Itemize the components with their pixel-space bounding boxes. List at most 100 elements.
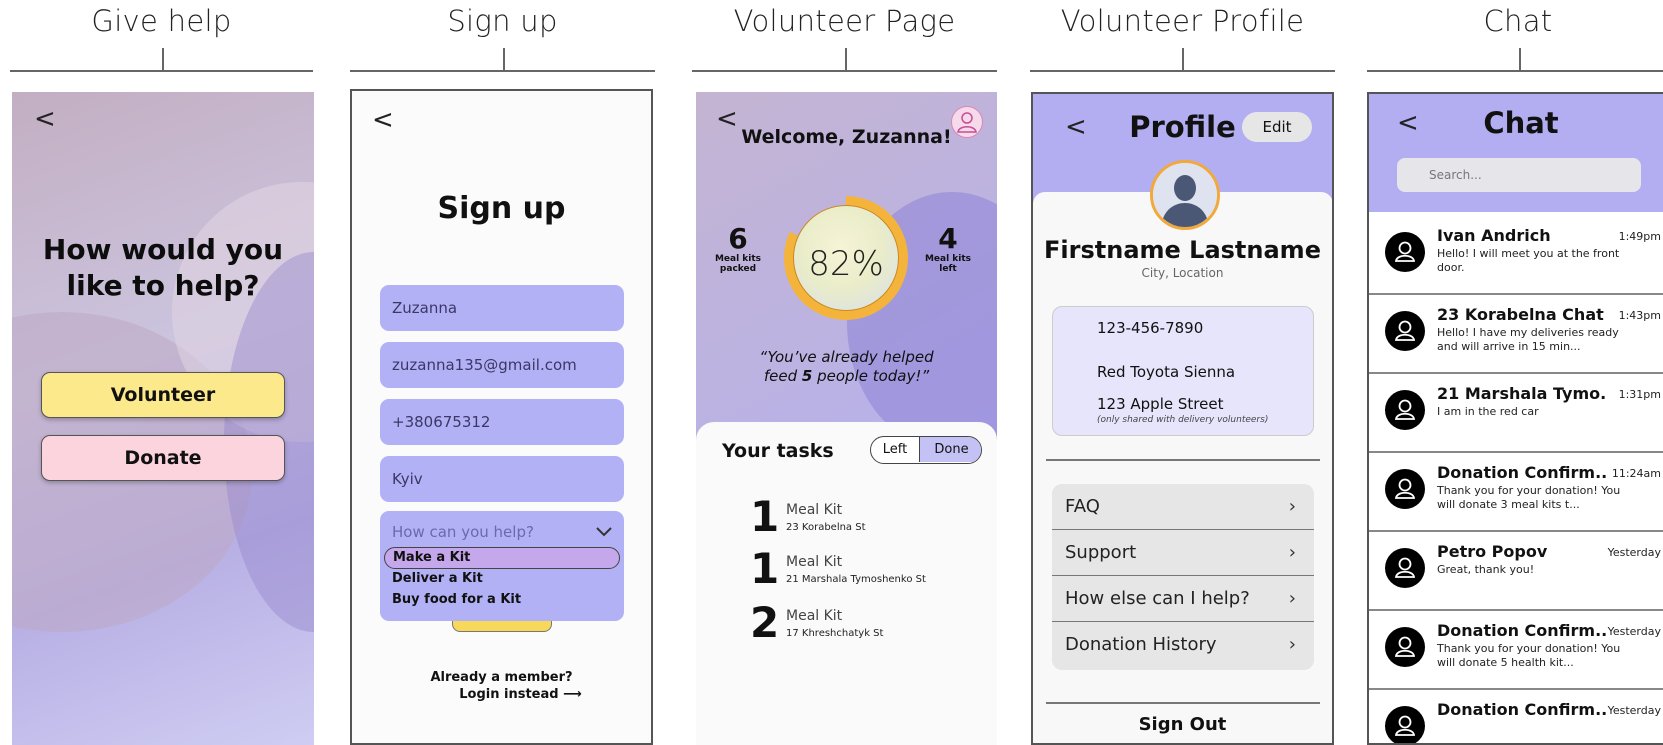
toggle-left[interactable]: Left [871,437,919,462]
stat-label: Meal kits [924,254,972,264]
help-type-dropdown[interactable]: How can you help? Make a Kit Deliver a K… [380,511,624,621]
tasks-title: Your tasks [722,440,834,462]
sign-up-screen: < Sign up Zuzanna zuzanna135@gmail.com +… [350,89,653,745]
task-item[interactable]: 1 Meal Kit 21 Marshala Tymoshenko St [750,546,990,596]
column-title: Give help [91,4,232,38]
divider-tick [1519,48,1521,71]
dropdown-option-make-kit[interactable]: Make a Kit [384,547,620,569]
chat-list-item[interactable]: Petro Popov Yesterday Great, thank you! [1369,528,1663,611]
quote-text: people today!” [812,367,930,385]
task-quantity: 1 [750,492,780,541]
menu-item-label: Support [1065,542,1137,563]
city-field[interactable]: Kyiv [380,456,624,502]
chat-time: Yesterday [1607,546,1661,559]
progress-ring: 82% [784,196,908,320]
header-volunteer-profile: Volunteer Profile [1030,0,1335,74]
menu-item-label: Donation History [1065,634,1217,655]
sign-out-button[interactable]: Sign Out [1033,714,1332,735]
chat-preview: Hello! I have my deliveries ready and wi… [1437,326,1619,353]
chat-list-item[interactable]: Ivan Andrich 1:49pm Hello! I will meet you… [1369,212,1663,295]
profile-menu: FAQ › Support › How else can I help? › D… [1052,484,1314,670]
name-field[interactable]: Zuzanna [380,285,624,331]
task-title: Meal Kit [786,554,843,570]
chevron-right-icon: › [1288,588,1296,609]
avatar [1150,160,1220,230]
already-member-text: Already a member? [430,670,573,685]
chat-time: 11:24am [1611,467,1661,480]
stat-label: packed [719,264,757,274]
task-item[interactable]: 1 Meal Kit 23 Korabelna St [750,494,990,544]
chat-time: Yesterday [1607,704,1661,717]
header-volunteer-page: Volunteer Page [692,0,997,74]
chat-list-item[interactable]: 23 Korabelna Chat 1:43pm Hello! I have my … [1369,291,1663,374]
divider-tick [162,48,164,71]
menu-item-support[interactable]: Support › [1052,530,1314,576]
toggle-done[interactable]: Done [919,437,981,462]
stat-label: Meal kits [714,254,762,264]
contact-info-card: 123-456-7890 Red Toyota Sienna 123 Apple… [1052,306,1314,436]
tasks-panel: Your tasks Left Done 1 Meal Kit 23 Korab… [696,422,997,745]
back-button[interactable]: < [372,107,394,133]
email-field[interactable]: zuzanna135@gmail.com [380,342,624,388]
chat-preview: Thank you for your donation! You will do… [1437,484,1621,511]
chevron-right-icon: › [1288,542,1296,563]
dropdown-option-buy-food[interactable]: Buy food for a Kit [384,589,620,611]
menu-item-donation-history[interactable]: Donation History › [1052,622,1314,668]
quote-line: feed 5 people today!” [696,367,997,386]
chevron-left-icon: < [372,105,394,135]
chat-header: < Chat Search... [1369,94,1663,212]
search-input[interactable]: Search... [1397,158,1641,192]
welcome-message: Welcome, Zuzanna! [741,126,952,148]
volunteer-page-screen: < Welcome, Zuzanna! 6 Meal kits packed 8… [696,92,997,745]
chat-list-item[interactable]: Donation Confirm... Yesterday Thank you fo… [1369,607,1663,690]
person-silhouette-icon [1153,163,1217,227]
stat-value: 6 [728,222,748,255]
user-avatar-icon [1385,232,1425,272]
chat-list-item[interactable]: 21 Marshala Tymo... 1:31pm I am in the red… [1369,370,1663,453]
task-address: 17 Khreshchatyk St [786,628,884,639]
edit-button[interactable]: Edit [1242,112,1312,142]
volunteer-button[interactable]: Volunteer [41,372,285,418]
chat-name: Donation Confirm... [1437,621,1607,640]
chat-name: Petro Popov [1437,542,1548,561]
stat-value: 4 [938,222,958,255]
task-item[interactable]: 2 Meal Kit 17 Khreshchatyk St [750,600,990,650]
chat-preview: Great, thank you! [1437,563,1535,576]
task-address: 23 Korabelna St [786,522,866,533]
dropdown-placeholder: How can you help? [392,523,534,541]
phone-number: 123-456-7890 [1097,319,1204,337]
tasks-filter-toggle[interactable]: Left Done [870,436,982,464]
user-avatar-icon [1385,706,1425,743]
header-give-help: Give help [10,0,313,74]
donate-button[interactable]: Donate [41,435,285,481]
divider-tick [1182,48,1184,71]
impact-quote: “You’ve already helped feed 5 people tod… [696,348,997,386]
street-address: 123 Apple Street [1097,395,1224,413]
menu-item-help[interactable]: How else can I help? › [1052,576,1314,622]
back-button[interactable]: < [34,106,56,132]
chat-name: Ivan Andrich [1437,226,1551,245]
user-avatar-icon [1385,390,1425,430]
header-sign-up: Sign up [350,0,655,74]
chat-name: 21 Marshala Tymo... [1437,384,1607,403]
login-link[interactable]: Login instead ⟶ [352,686,651,703]
quote-count: 5 [801,367,813,385]
progress-ring-center: 82% [793,205,899,311]
chat-list-item[interactable]: Donation Confirm... Yesterday [1369,686,1663,743]
profile-name: Firstname Lastname [1044,236,1321,264]
submit-button-peek[interactable] [452,620,552,632]
task-title: Meal Kit [786,502,843,518]
phone-field[interactable]: +380675312 [380,399,624,445]
task-address: 21 Marshala Tymoshenko St [786,574,926,585]
quote-line: “You’ve already helped [759,348,934,366]
chevron-right-icon: › [1288,496,1296,517]
menu-item-faq[interactable]: FAQ › [1052,484,1314,530]
stat-label: left [939,264,957,274]
divider [1046,459,1320,461]
divider [1367,70,1663,72]
chat-list-item[interactable]: Donation Confirm... 11:24am Thank you for … [1369,449,1663,532]
menu-item-label: How else can I help? [1065,588,1250,609]
user-avatar-icon [1385,627,1425,667]
dropdown-option-deliver-kit[interactable]: Deliver a Kit [384,568,620,590]
give-help-screen: < How would you like to help? Volunteer … [12,92,314,745]
